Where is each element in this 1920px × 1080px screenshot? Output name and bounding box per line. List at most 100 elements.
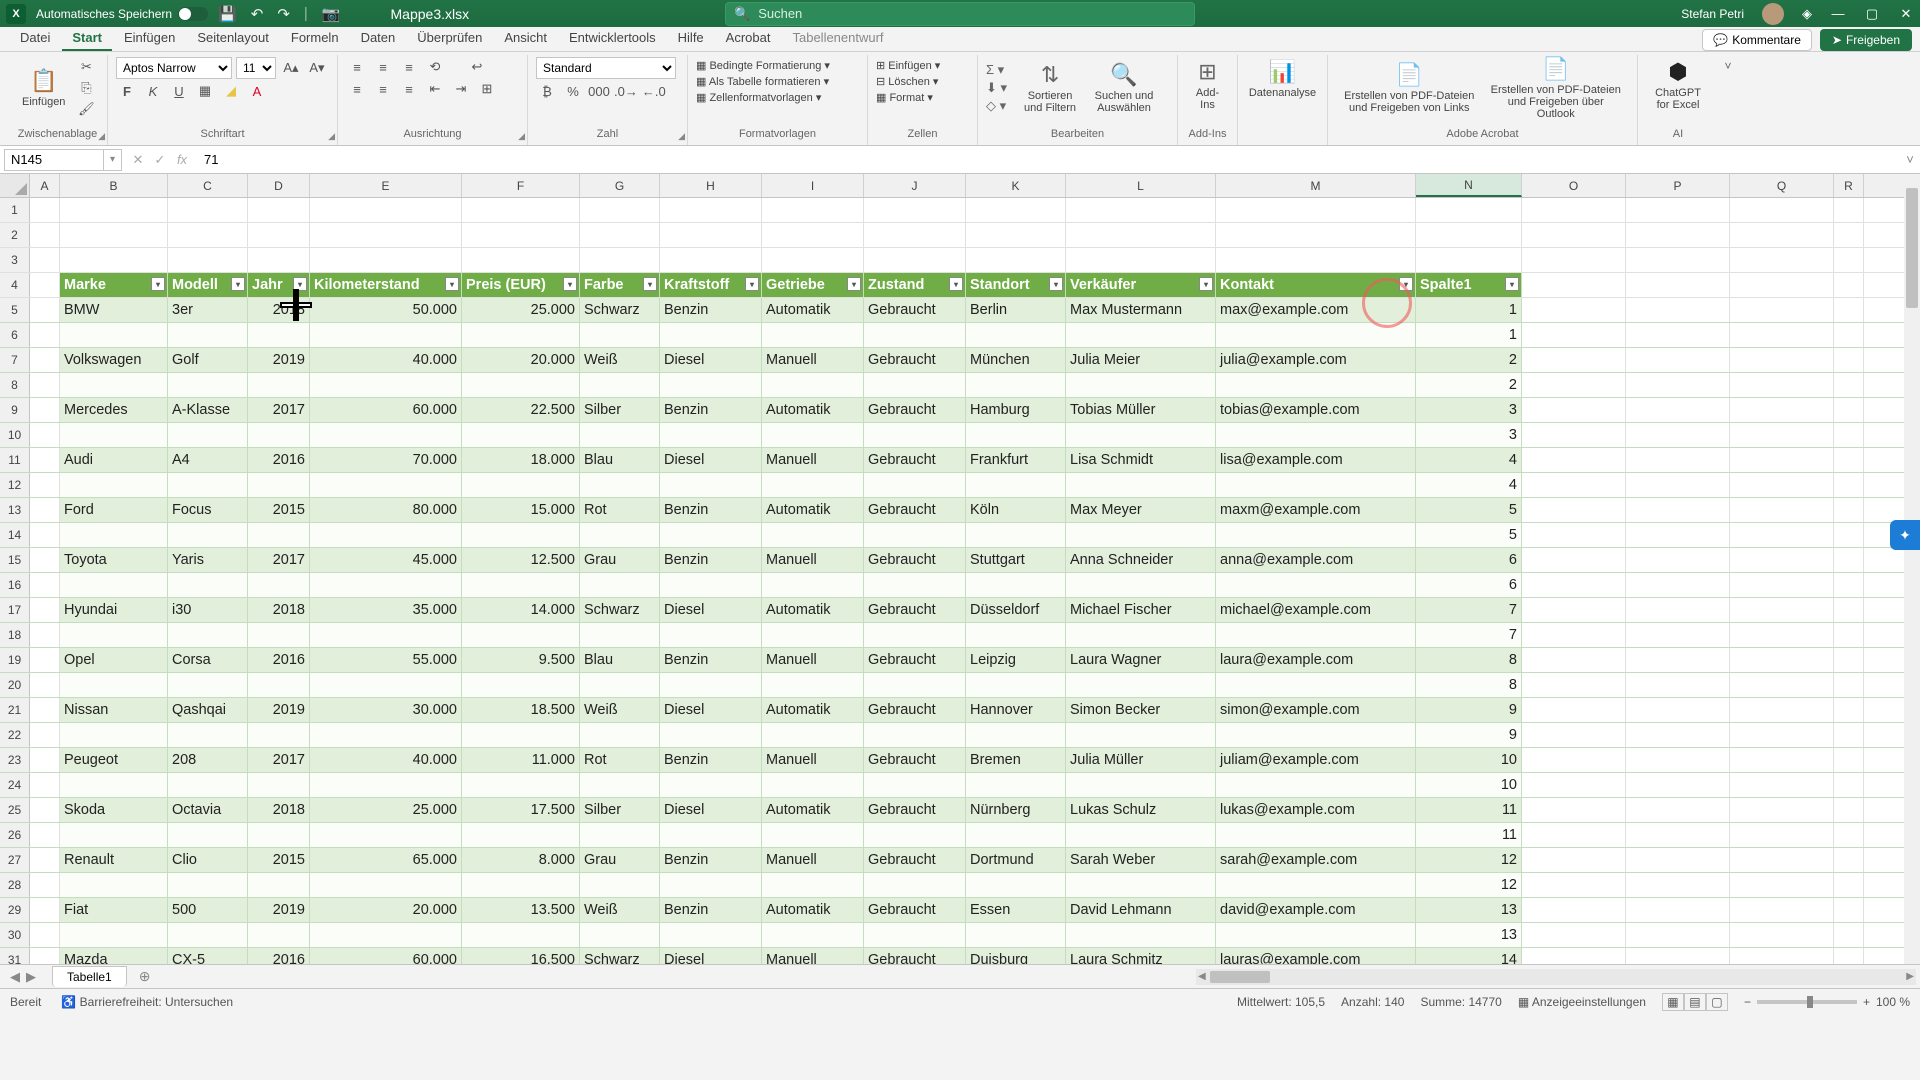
table-cell[interactable] — [864, 773, 966, 797]
side-widget-icon[interactable]: ✦ — [1890, 520, 1920, 550]
table-cell[interactable] — [762, 773, 864, 797]
avatar[interactable] — [1762, 3, 1784, 25]
row-header[interactable]: 7 — [0, 348, 30, 372]
cell[interactable] — [1522, 898, 1626, 922]
table-cell[interactable]: 3 — [1416, 398, 1522, 422]
table-cell[interactable] — [966, 873, 1066, 897]
cell[interactable] — [1834, 223, 1864, 247]
row-header[interactable]: 30 — [0, 923, 30, 947]
table-cell[interactable]: 40.000 — [310, 348, 462, 372]
grid[interactable]: ABCDEFGHIJKLMNOPQR 1234Marke▾Modell▾Jahr… — [0, 174, 1920, 964]
camera-icon[interactable]: 📷 — [322, 5, 341, 23]
cell[interactable] — [1626, 223, 1730, 247]
table-cell[interactable]: 13 — [1416, 898, 1522, 922]
increase-indent-icon[interactable]: ⇥ — [450, 79, 472, 99]
cell[interactable] — [30, 623, 60, 647]
cell[interactable] — [1730, 898, 1834, 922]
share-button[interactable]: ➤ Freigeben — [1820, 29, 1912, 51]
table-cell[interactable] — [310, 773, 462, 797]
table-cell[interactable]: Automatik — [762, 298, 864, 322]
cell[interactable] — [1522, 698, 1626, 722]
comments-button[interactable]: 💬 Kommentare — [1702, 29, 1812, 51]
table-cell[interactable] — [310, 473, 462, 497]
table-cell[interactable] — [864, 673, 966, 697]
table-cell[interactable] — [966, 423, 1066, 447]
cell[interactable] — [1626, 348, 1730, 372]
table-cell[interactable]: Sarah Weber — [1066, 848, 1216, 872]
table-cell[interactable]: 14 — [1416, 948, 1522, 964]
table-cell[interactable]: Benzin — [660, 848, 762, 872]
table-cell[interactable] — [864, 373, 966, 397]
cell[interactable] — [1730, 773, 1834, 797]
cell[interactable] — [1522, 848, 1626, 872]
col-header-R[interactable]: R — [1834, 174, 1864, 197]
table-cell[interactable]: Diesel — [660, 598, 762, 622]
table-cell[interactable] — [660, 373, 762, 397]
redo-icon[interactable]: ↷ — [277, 5, 290, 23]
close-button[interactable]: ✕ — [1898, 6, 1914, 22]
table-cell[interactable] — [462, 873, 580, 897]
table-cell[interactable] — [1216, 823, 1416, 847]
table-cell[interactable] — [1216, 873, 1416, 897]
table-cell[interactable] — [580, 723, 660, 747]
table-cell[interactable] — [1216, 573, 1416, 597]
row-header[interactable]: 16 — [0, 573, 30, 597]
cell[interactable] — [1522, 523, 1626, 547]
table-cell[interactable]: lauras@example.com — [1216, 948, 1416, 964]
table-cell[interactable]: 2019 — [248, 898, 310, 922]
table-cell[interactable] — [168, 373, 248, 397]
table-cell[interactable] — [168, 823, 248, 847]
table-cell[interactable]: Lisa Schmidt — [1066, 448, 1216, 472]
col-header-H[interactable]: H — [660, 174, 762, 197]
table-cell[interactable] — [1216, 473, 1416, 497]
cell[interactable] — [30, 448, 60, 472]
cell[interactable] — [30, 723, 60, 747]
cell[interactable] — [310, 248, 462, 272]
cell[interactable] — [1626, 798, 1730, 822]
table-cell[interactable] — [762, 473, 864, 497]
table-cell[interactable]: Benzin — [660, 898, 762, 922]
increase-font-icon[interactable]: A▴ — [280, 58, 302, 78]
table-cell[interactable]: Benzin — [660, 748, 762, 772]
table-cell[interactable] — [248, 573, 310, 597]
table-cell[interactable]: 55.000 — [310, 648, 462, 672]
cell[interactable] — [1834, 423, 1864, 447]
table-cell[interactable]: laura@example.com — [1216, 648, 1416, 672]
cell[interactable] — [1834, 923, 1864, 947]
cut-icon[interactable]: ✂ — [75, 57, 97, 76]
cell[interactable] — [1626, 898, 1730, 922]
cell[interactable] — [1216, 248, 1416, 272]
table-cell[interactable]: Köln — [966, 498, 1066, 522]
table-cell[interactable]: 1 — [1416, 298, 1522, 322]
table-cell[interactable]: 7 — [1416, 598, 1522, 622]
row-header[interactable]: 22 — [0, 723, 30, 747]
table-cell[interactable]: 16.500 — [462, 948, 580, 964]
cell[interactable] — [1416, 198, 1522, 222]
table-cell[interactable]: Automatik — [762, 498, 864, 522]
row-header[interactable]: 27 — [0, 848, 30, 872]
font-size-select[interactable]: 11 — [236, 57, 276, 79]
cell[interactable] — [1626, 773, 1730, 797]
cell[interactable] — [1834, 623, 1864, 647]
table-cell[interactable] — [966, 923, 1066, 947]
table-cell[interactable]: Manuell — [762, 948, 864, 964]
table-cell[interactable] — [660, 573, 762, 597]
table-cell[interactable] — [864, 323, 966, 347]
table-cell[interactable] — [1066, 573, 1216, 597]
table-cell[interactable] — [1216, 423, 1416, 447]
cell[interactable] — [1834, 673, 1864, 697]
table-cell[interactable]: Blau — [580, 448, 660, 472]
row-header[interactable]: 18 — [0, 623, 30, 647]
table-cell[interactable]: A4 — [168, 448, 248, 472]
table-cell[interactable]: 2016 — [248, 448, 310, 472]
table-cell[interactable]: Schwarz — [580, 598, 660, 622]
col-header-E[interactable]: E — [310, 174, 462, 197]
table-cell[interactable] — [462, 623, 580, 647]
cell[interactable] — [30, 848, 60, 872]
cell[interactable] — [30, 948, 60, 964]
cell[interactable] — [1626, 448, 1730, 472]
table-cell[interactable] — [1066, 523, 1216, 547]
filter-dropdown-icon[interactable]: ▾ — [1505, 277, 1519, 291]
table-cell[interactable] — [966, 373, 1066, 397]
row-header[interactable]: 26 — [0, 823, 30, 847]
